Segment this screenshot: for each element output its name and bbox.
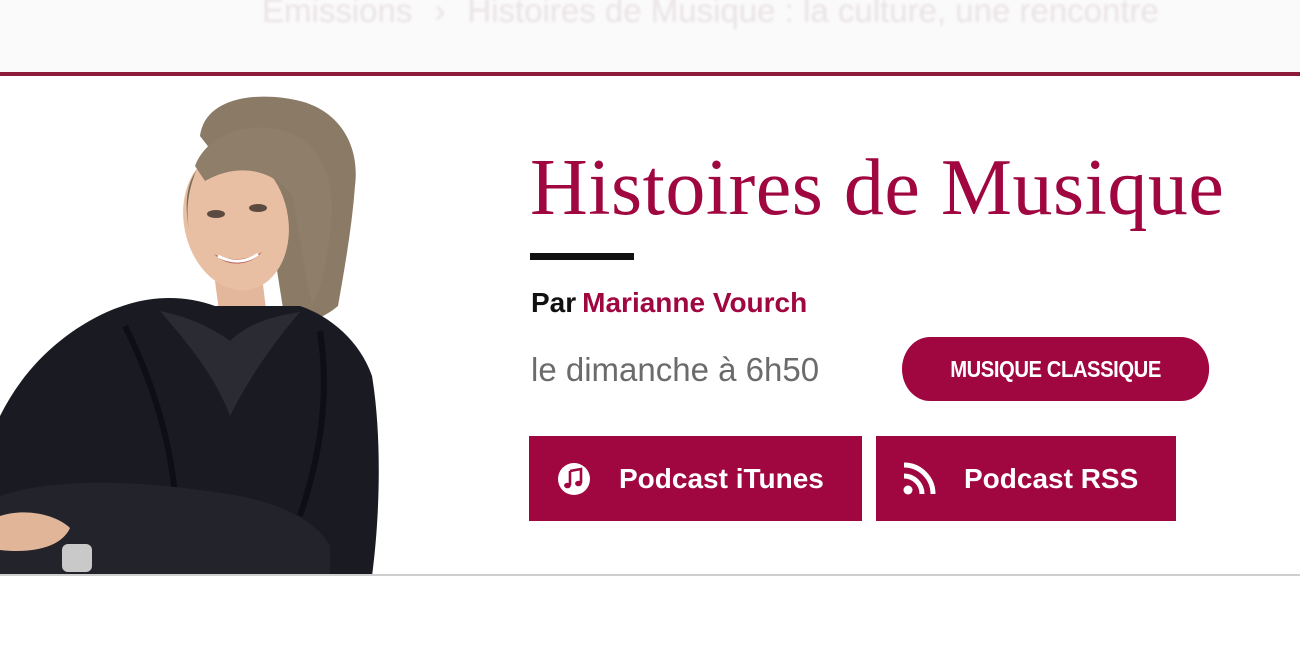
breadcrumb-item-emissions[interactable]: Émissions xyxy=(262,0,412,29)
title-underline xyxy=(530,253,634,260)
byline-prefix: Par xyxy=(531,287,577,318)
page-body xyxy=(0,578,1300,672)
show-header: Histoires de Musique Par Marianne Vourch … xyxy=(0,76,1300,576)
breadcrumb-item-current: Histoires de Musique : la culture, une r… xyxy=(467,0,1159,29)
byline: Par Marianne Vourch xyxy=(531,287,807,319)
show-title: Histoires de Musique xyxy=(530,144,1225,232)
breadcrumb: Émissions › Histoires de Musique : la cult… xyxy=(262,0,1159,30)
podcast-rss-button[interactable]: Podcast RSS xyxy=(876,436,1176,521)
breadcrumb-separator-icon: › xyxy=(434,0,446,29)
podcast-itunes-button[interactable]: Podcast iTunes xyxy=(529,436,862,521)
breadcrumb-bar: Émissions › Histoires de Musique : la cult… xyxy=(0,0,1300,72)
music-note-icon xyxy=(557,462,591,496)
host-link[interactable]: Marianne Vourch xyxy=(582,287,807,318)
genre-badge[interactable]: MUSIQUE CLASSIQUE xyxy=(902,337,1210,401)
podcast-rss-label: Podcast RSS xyxy=(964,462,1139,494)
podcast-itunes-label: Podcast iTunes xyxy=(619,462,824,494)
rss-icon xyxy=(902,462,936,496)
broadcast-schedule: le dimanche à 6h50 xyxy=(531,351,820,388)
host-portrait xyxy=(0,96,379,574)
